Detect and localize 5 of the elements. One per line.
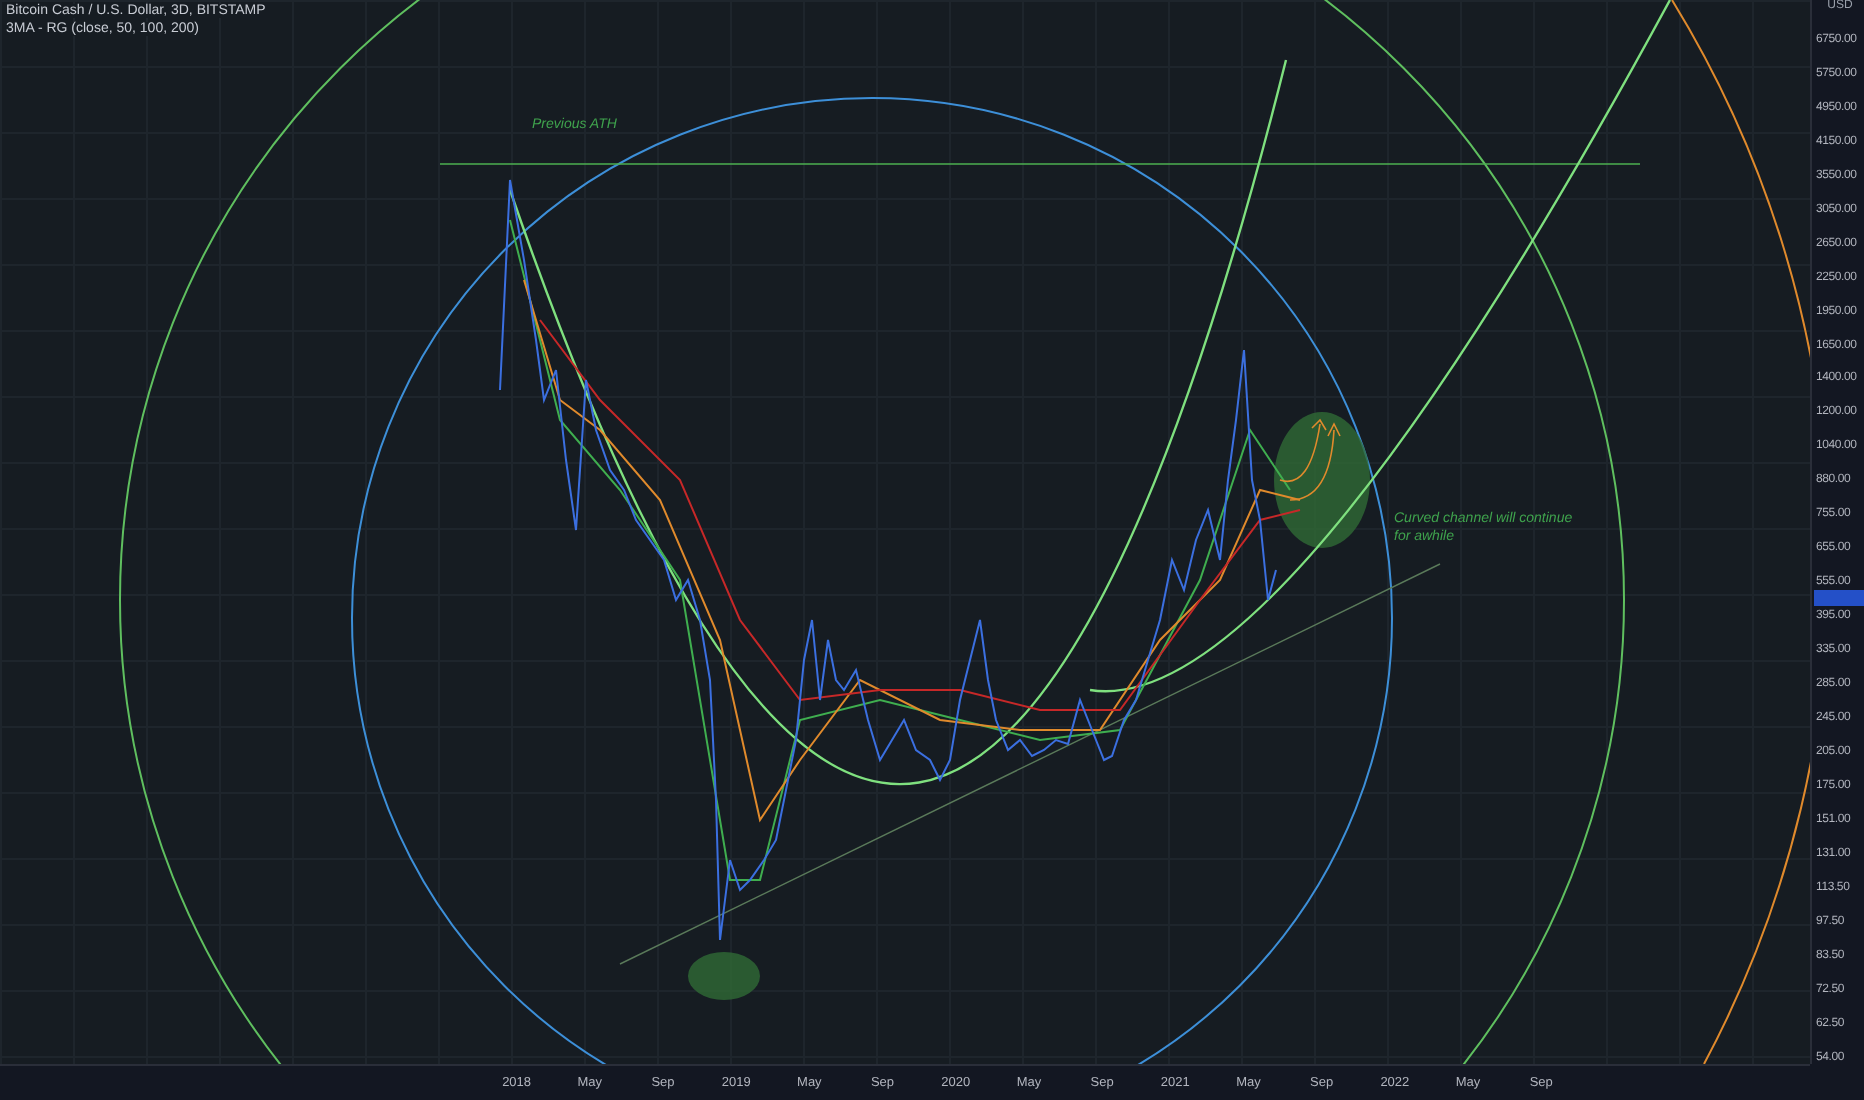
highlight-ellipse — [1274, 412, 1370, 548]
price-marker — [1814, 590, 1864, 606]
projection-arrow — [1289, 423, 1341, 501]
highlight-ellipse — [688, 952, 760, 1000]
projection-arrow — [1279, 419, 1327, 483]
